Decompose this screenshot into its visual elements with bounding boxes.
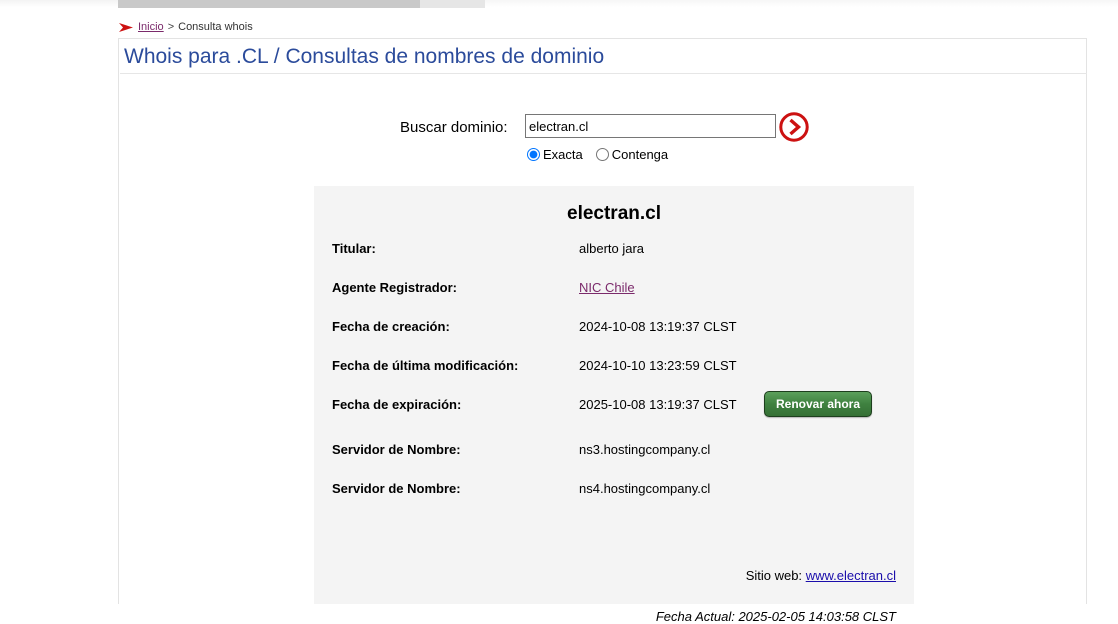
table-row: Fecha de expiración: 2025-10-08 13:19:37… xyxy=(314,391,914,436)
row-label-fecha-expiracion: Fecha de expiración: xyxy=(332,397,462,412)
table-row: Fecha de creación: 2024-10-08 13:19:37 C… xyxy=(314,319,914,358)
row-value-fecha-modificacion: 2024-10-10 13:23:59 CLST xyxy=(579,358,737,373)
breadcrumb-separator: > xyxy=(167,21,175,33)
radio-label-contenga: Contenga xyxy=(611,147,669,162)
search-submit-button[interactable] xyxy=(778,111,810,143)
row-value-titular: alberto jara xyxy=(579,241,645,256)
row-label-fecha-modificacion: Fecha de última modificación: xyxy=(332,358,519,373)
radio-label-exacta: Exacta xyxy=(543,147,583,162)
website-link[interactable]: www.electran.cl xyxy=(806,568,896,583)
registrar-link[interactable]: NIC Chile xyxy=(579,280,635,295)
content-card: Whois para .CL / Consultas de nombres de… xyxy=(118,38,1087,624)
table-row: Agente Registrador: NIC Chile xyxy=(314,280,914,319)
chrome-strip-left-fade xyxy=(0,0,118,7)
title-divider xyxy=(120,73,1087,74)
table-row: Servidor de Nombre: ns4.hostingcompany.c… xyxy=(314,481,914,520)
radio-input-contenga[interactable] xyxy=(595,148,609,161)
renew-now-button[interactable]: Renovar ahora xyxy=(764,391,873,417)
breadcrumb-link-inicio[interactable]: Inicio xyxy=(138,21,164,33)
chrome-strip-tab-band xyxy=(118,0,420,8)
row-label-servidor-nombre-2: Servidor de Nombre: xyxy=(332,481,461,496)
row-label-fecha-creacion: Fecha de creación: xyxy=(332,319,450,334)
website-label: Sitio web: xyxy=(745,568,803,583)
breadcrumb: Inicio > Consulta whois xyxy=(118,18,253,36)
radio-input-exacta[interactable] xyxy=(527,148,540,161)
row-label-agente-registrador: Agente Registrador: xyxy=(332,280,457,295)
chrome-strip-light-band xyxy=(420,0,485,8)
breadcrumb-current: Consulta whois xyxy=(178,21,253,33)
row-value-agente-registrador: NIC Chile xyxy=(579,280,635,295)
result-domain-name: electran.cl xyxy=(567,203,661,224)
page-title: Whois para .CL / Consultas de nombres de… xyxy=(124,45,605,68)
chrome-strip-right-fade xyxy=(485,0,1118,7)
search-label: Buscar dominio: xyxy=(400,119,508,136)
row-value-servidor-nombre-2: ns4.hostingcompany.cl xyxy=(579,481,711,496)
table-row: Titular: alberto jara xyxy=(314,241,914,280)
search-input[interactable] xyxy=(525,114,776,138)
current-date-text: Fecha Actual: 2025-02-05 14:03:58 CLST xyxy=(655,609,896,624)
whois-result-panel: electran.cl Titular: alberto jara Agente… xyxy=(314,186,914,624)
browser-chrome-strip xyxy=(0,0,1118,9)
row-value-fecha-creacion: 2024-10-08 13:19:37 CLST xyxy=(579,319,737,334)
red-arrow-icon xyxy=(118,22,135,33)
row-label-titular: Titular: xyxy=(332,241,376,256)
search-mode-options: Exacta Contenga xyxy=(527,147,668,162)
row-label-servidor-nombre-1: Servidor de Nombre: xyxy=(332,442,461,457)
row-value-fecha-expiracion: 2025-10-08 13:19:37 CLST xyxy=(579,397,737,412)
go-arrow-circle-icon xyxy=(778,112,810,146)
table-row: Servidor de Nombre: ns3.hostingcompany.c… xyxy=(314,442,914,481)
radio-option-contenga[interactable]: Contenga xyxy=(595,147,669,162)
row-value-servidor-nombre-1: ns3.hostingcompany.cl xyxy=(579,442,711,457)
radio-option-exacta[interactable]: Exacta xyxy=(527,147,583,162)
website-line: Sitio web: www.electran.cl xyxy=(746,568,896,583)
whois-info-rows: Titular: alberto jara Agente Registrador… xyxy=(314,241,914,520)
